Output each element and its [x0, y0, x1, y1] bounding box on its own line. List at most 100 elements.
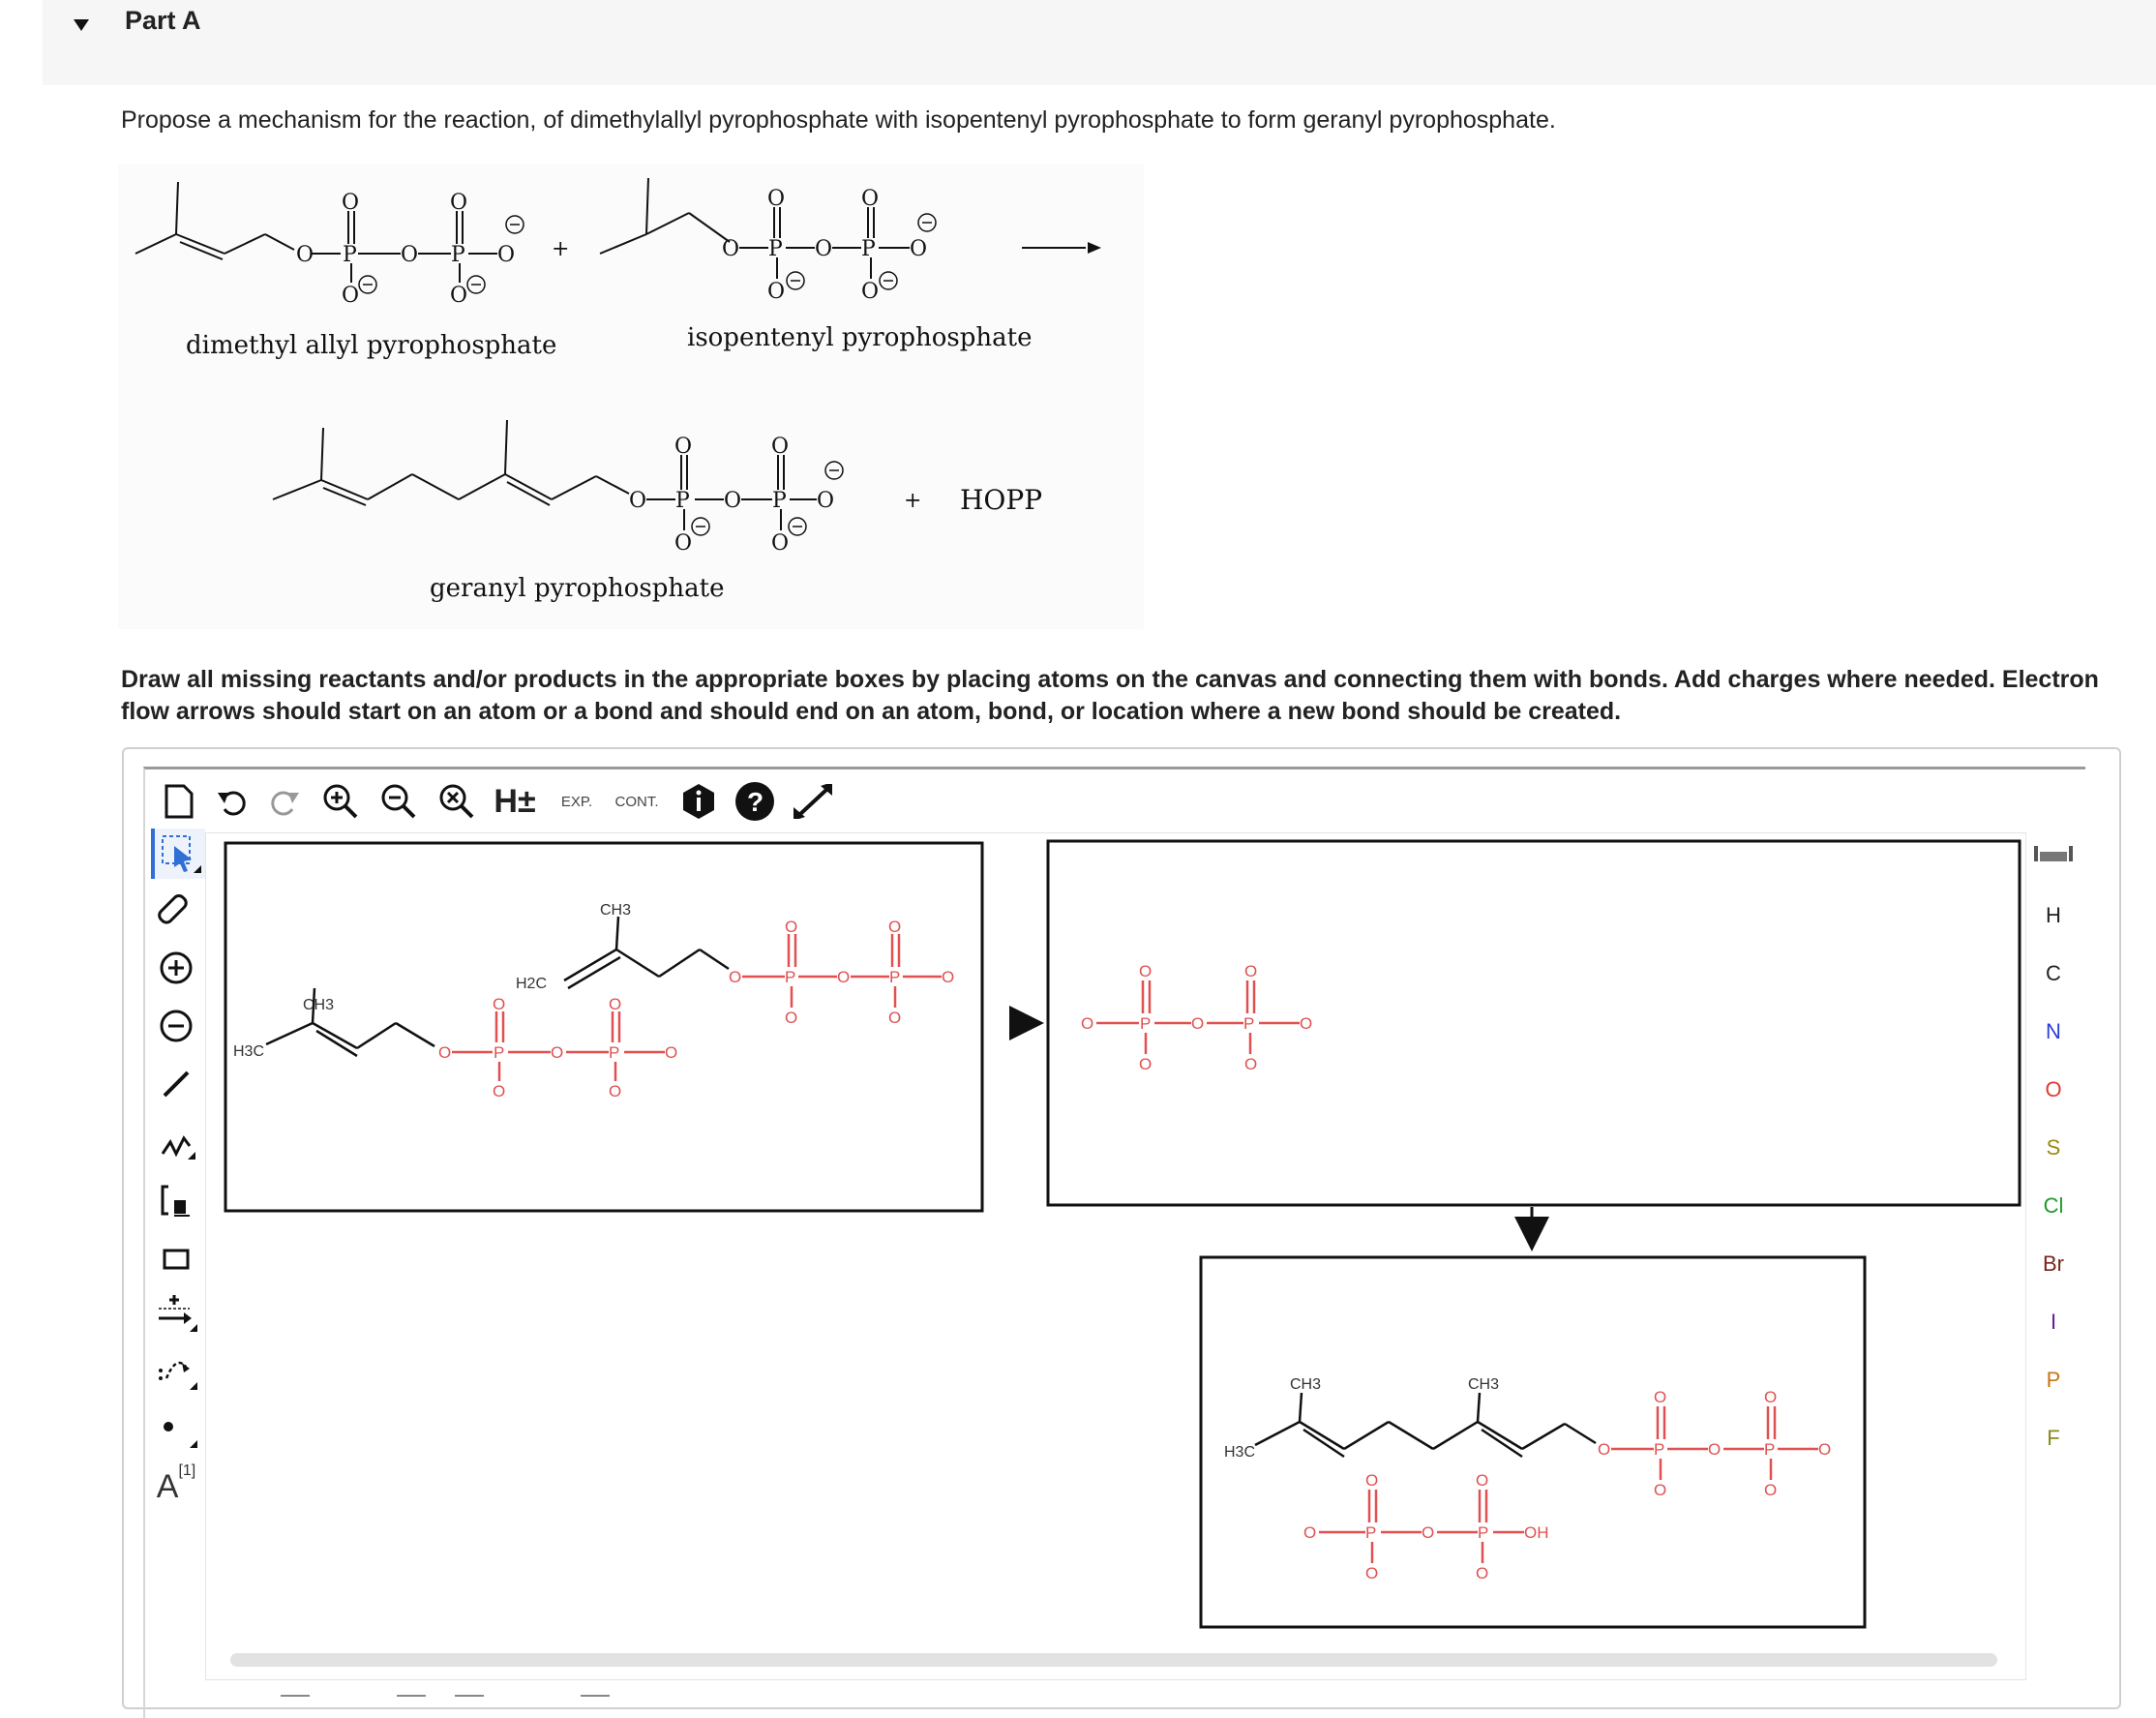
- ch3-label: CH3: [1468, 1376, 1499, 1393]
- svg-text:O: O: [674, 531, 692, 556]
- bracket-template-icon: [161, 1185, 190, 1217]
- undo-button[interactable]: [209, 776, 255, 827]
- plus-sign-1: +: [552, 237, 569, 261]
- single-bond-icon: [163, 1070, 190, 1098]
- info-button[interactable]: [675, 776, 722, 827]
- chain-tool-button[interactable]: [151, 1117, 201, 1167]
- element-c-button[interactable]: C: [2024, 954, 2082, 993]
- svg-text:P: P: [1654, 1440, 1664, 1459]
- svg-text:P: P: [768, 237, 783, 261]
- reaction-arrow-tool-button[interactable]: [151, 1287, 201, 1338]
- eraser-tool-button[interactable]: [151, 885, 201, 935]
- bottom-toolbar-partial: [281, 1695, 610, 1697]
- svg-text:O: O: [665, 1043, 677, 1062]
- svg-text:O: O: [1191, 1014, 1204, 1033]
- svg-text:P: P: [889, 968, 900, 986]
- new-document-icon: [165, 784, 194, 819]
- svg-text:O: O: [497, 243, 515, 267]
- svg-text:O: O: [1422, 1523, 1434, 1542]
- canvas-drawing: CH3 H2C O P O P O O O O O CH3 H3C O P O P O O…: [224, 839, 2021, 1629]
- left-toolbar: A [1]: [145, 829, 205, 1525]
- svg-text:O: O: [861, 187, 879, 211]
- select-tool-button[interactable]: [151, 829, 205, 879]
- curved-arrow-tool-button[interactable]: [151, 1345, 201, 1396]
- svg-text:O: O: [861, 280, 879, 304]
- rectangle-tool-button[interactable]: [151, 1233, 201, 1283]
- h2c-label: H2C: [516, 976, 547, 992]
- svg-text:O: O: [837, 968, 850, 986]
- negative-charge-button[interactable]: [151, 1001, 201, 1051]
- help-button[interactable]: ?: [732, 776, 778, 827]
- help-icon: ?: [735, 782, 774, 821]
- svg-text:O: O: [910, 237, 927, 261]
- zoom-in-button[interactable]: [317, 776, 364, 827]
- element-palette: H C N O S Cl Br I P F: [2024, 836, 2082, 1475]
- svg-text:O: O: [1303, 1523, 1316, 1542]
- svg-text:O: O: [1081, 1014, 1093, 1033]
- element-cl-button[interactable]: Cl: [2024, 1187, 2082, 1225]
- atom-map-tool-button[interactable]: A [1]: [151, 1458, 201, 1516]
- expand-button[interactable]: EXP.: [554, 776, 600, 827]
- contract-button[interactable]: CONT.: [614, 776, 660, 827]
- svg-text:O: O: [785, 918, 797, 936]
- svg-text:O: O: [1139, 962, 1152, 980]
- svg-text:O: O: [1365, 1564, 1378, 1582]
- positive-charge-button[interactable]: [151, 943, 201, 993]
- element-s-button[interactable]: S: [2024, 1129, 2082, 1167]
- template-tool-button[interactable]: [151, 1175, 201, 1225]
- oh-label: OH: [1524, 1523, 1549, 1542]
- radical-tool-button[interactable]: [151, 1403, 201, 1454]
- zoom-reset-icon: [439, 784, 474, 819]
- electron-flow-arrow-icon: [159, 1361, 197, 1390]
- reaction-arrow-plus-icon: [159, 1295, 197, 1332]
- svg-text:O: O: [1244, 962, 1257, 980]
- svg-text:P: P: [1764, 1440, 1775, 1459]
- explicit-hydrogens-button[interactable]: H±: [492, 776, 538, 827]
- svg-text:O: O: [1244, 1055, 1257, 1073]
- eraser-icon: [158, 894, 188, 924]
- zoom-reset-button[interactable]: [434, 776, 480, 827]
- element-o-button[interactable]: O: [2024, 1070, 2082, 1109]
- single-bond-button[interactable]: [151, 1059, 201, 1109]
- element-h-button[interactable]: H: [2024, 896, 2082, 935]
- svg-text:O: O: [609, 995, 621, 1013]
- element-f-button[interactable]: F: [2024, 1419, 2082, 1458]
- ch3-label: CH3: [1290, 1376, 1321, 1393]
- redo-button[interactable]: [261, 776, 308, 827]
- zoom-out-button[interactable]: [375, 776, 422, 827]
- part-title: Part A: [125, 6, 201, 35]
- svg-text:O: O: [450, 191, 467, 215]
- svg-text:O: O: [767, 280, 785, 304]
- svg-text:O: O: [1818, 1440, 1831, 1459]
- svg-text:O: O: [942, 968, 954, 986]
- element-br-button[interactable]: Br: [2024, 1245, 2082, 1283]
- selection-arrow-icon: [162, 835, 201, 873]
- collapse-triangle-icon[interactable]: [72, 15, 91, 35]
- svg-text:O: O: [771, 531, 789, 556]
- svg-text:P: P: [772, 489, 787, 513]
- radical-dot-icon: [164, 1422, 197, 1448]
- svg-text:O: O: [342, 284, 359, 308]
- expand-arrows-icon: [794, 784, 832, 819]
- drawing-canvas[interactable]: CH3 H2C O P O P O O O O O CH3 H3C O P O P O O…: [205, 832, 2026, 1680]
- svg-text:O: O: [1654, 1481, 1666, 1499]
- element-i-button[interactable]: I: [2024, 1303, 2082, 1341]
- top-toolbar: H± EXP. CONT. ?: [155, 776, 871, 830]
- element-p-button[interactable]: P: [2024, 1361, 2082, 1400]
- new-document-button[interactable]: [155, 776, 201, 827]
- svg-text:P: P: [343, 243, 357, 267]
- product-label: geranyl pyrophosphate: [430, 574, 725, 603]
- periodic-table-icon[interactable]: [2032, 842, 2075, 865]
- svg-text:P: P: [1140, 1014, 1151, 1033]
- svg-text:O: O: [888, 918, 901, 936]
- reactant2-label: isopentenyl pyrophosphate: [687, 323, 1032, 352]
- reactant-box[interactable]: [224, 841, 984, 1213]
- element-n-button[interactable]: N: [2024, 1012, 2082, 1051]
- fullscreen-button[interactable]: [790, 776, 836, 827]
- info-hexagon-icon: [683, 784, 714, 819]
- part-header[interactable]: Part A: [43, 0, 2156, 85]
- minus-charge-icon: [160, 1010, 193, 1042]
- canvas-horizontal-scrollbar[interactable]: [230, 1653, 1997, 1667]
- svg-text:O: O: [888, 1009, 901, 1027]
- svg-text:O: O: [1476, 1564, 1488, 1582]
